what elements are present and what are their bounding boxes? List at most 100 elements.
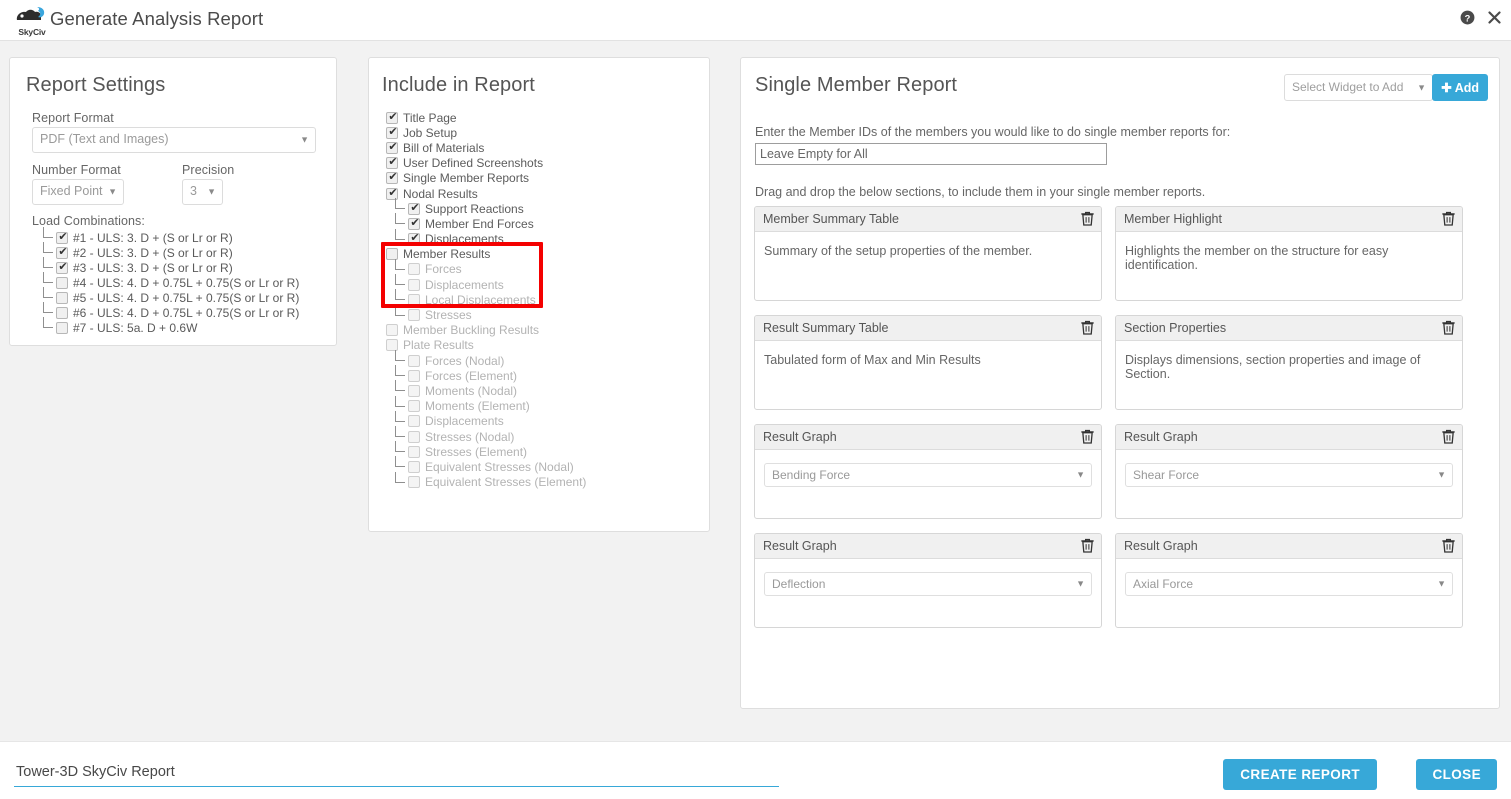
widget-card-header: Result Summary Table (755, 316, 1101, 341)
close-button[interactable]: CLOSE (1416, 759, 1497, 790)
include-option-row: Forces (Element) (386, 365, 696, 383)
include-option-row: Plate Results (386, 338, 696, 353)
load-combination-checkbox[interactable] (56, 260, 69, 274)
trash-icon[interactable] (1081, 320, 1094, 336)
load-combination-checkbox[interactable] (56, 245, 69, 259)
include-option-label: Single Member Reports (403, 171, 530, 186)
include-option-checkbox[interactable] (386, 155, 399, 170)
include-option-checkbox[interactable] (408, 201, 421, 215)
close-icon[interactable] (1488, 11, 1501, 29)
report-widget-card[interactable]: Section Properties Displays dimensions, s… (1115, 315, 1463, 410)
report-widget-card[interactable]: Result Graph Deflection ▼ (754, 533, 1102, 628)
include-option-label: Equivalent Stresses (Element) (425, 475, 587, 490)
trash-icon[interactable] (1442, 538, 1455, 554)
include-option-checkbox (408, 430, 420, 443)
load-combination-checkbox[interactable] (56, 276, 68, 289)
report-name-input[interactable] (14, 759, 779, 787)
load-combination-row[interactable]: #4 - ULS: 4. D + 0.75L + 0.75(S or Lr or… (40, 272, 336, 290)
create-report-button[interactable]: CREATE REPORT (1223, 759, 1377, 790)
report-widget-card[interactable]: Member Highlight Highlights the member on… (1115, 206, 1463, 301)
load-combination-row[interactable]: #7 - ULS: 5a. D + 0.6W (40, 317, 336, 335)
widget-card-body: Deflection ▼ (755, 559, 1101, 608)
include-option-checkbox[interactable] (386, 186, 399, 200)
widget-card-header: Member Highlight (1116, 207, 1462, 232)
load-combination-row[interactable]: #1 - ULS: 3. D + (S or Lr or R) (40, 227, 336, 245)
load-combination-label: #3 - ULS: 3. D + (S or Lr or R) (73, 260, 233, 275)
include-option-row[interactable]: Job Setup (386, 125, 696, 140)
include-options-list: Title PageJob SetupBill of MaterialsUser… (386, 110, 696, 490)
trash-icon[interactable] (1442, 320, 1455, 336)
load-combination-checkbox[interactable] (56, 321, 68, 334)
include-option-checkbox[interactable] (386, 110, 399, 124)
report-widget-card[interactable]: Result Graph Bending Force ▼ (754, 424, 1102, 519)
include-option-row[interactable]: Member End Forces (386, 213, 696, 231)
include-option-row[interactable]: Title Page (386, 110, 696, 125)
trash-icon[interactable] (1442, 429, 1455, 445)
trash-icon[interactable] (1442, 211, 1455, 227)
widget-card-body: Displays dimensions, section properties … (1116, 341, 1462, 393)
tree-connector-icon (40, 317, 56, 335)
include-option-checkbox[interactable] (386, 248, 398, 261)
trash-icon[interactable] (1081, 211, 1094, 227)
load-combination-checkbox[interactable] (56, 230, 69, 244)
result-graph-type-select[interactable]: Bending Force ▼ (764, 463, 1092, 487)
include-option-row[interactable]: Support Reactions (386, 198, 696, 216)
include-option-row: Member Buckling Results (386, 323, 696, 338)
include-option-row[interactable]: Bill of Materials (386, 140, 696, 155)
load-combinations-list: #1 - ULS: 3. D + (S or Lr or R)#2 - ULS:… (40, 227, 336, 335)
precision-select[interactable]: 3 ▼ (182, 179, 223, 205)
report-settings-panel: Report Settings Report Format PDF (Text … (9, 57, 337, 346)
trash-icon[interactable] (1081, 429, 1094, 445)
include-option-label: Stresses (425, 308, 472, 323)
include-option-row[interactable]: Nodal Results (386, 186, 696, 201)
result-graph-type-select[interactable]: Deflection ▼ (764, 572, 1092, 596)
add-widget-button[interactable]: ✚ Add (1432, 74, 1488, 101)
include-option-checkbox[interactable] (408, 216, 421, 230)
include-option-row[interactable]: Displacements (386, 228, 696, 247)
widget-card-header: Result Graph (755, 425, 1101, 450)
report-widget-card[interactable]: Result Graph Shear Force ▼ (1115, 424, 1463, 519)
dialog-body: Report Settings Report Format PDF (Text … (0, 41, 1511, 741)
include-option-checkbox (408, 415, 420, 428)
result-graph-type-select[interactable]: Axial Force ▼ (1125, 572, 1453, 596)
report-format-select[interactable]: PDF (Text and Images) ▼ (32, 127, 316, 153)
number-format-select[interactable]: Fixed Point ▼ (32, 179, 124, 205)
load-combination-checkbox[interactable] (56, 291, 68, 304)
result-graph-type-select[interactable]: Shear Force ▼ (1125, 463, 1453, 487)
trash-icon[interactable] (1081, 538, 1094, 554)
include-option-row[interactable]: User Defined Screenshots (386, 155, 696, 171)
include-option-label: Local Displacements (425, 292, 536, 307)
widget-card-title: Result Graph (1124, 539, 1198, 553)
include-option-checkbox[interactable] (386, 170, 399, 185)
plus-icon: ✚ (1441, 81, 1452, 95)
chevron-down-icon: ▼ (1076, 469, 1085, 480)
result-graph-type-value: Shear Force (1133, 468, 1200, 482)
include-option-checkbox[interactable] (386, 140, 399, 154)
include-option-row[interactable]: Member Results (386, 247, 696, 262)
widget-select[interactable]: Select Widget to Add ▼ (1284, 74, 1433, 101)
load-combination-checkbox[interactable] (56, 306, 68, 319)
help-circle-icon[interactable]: ? (1460, 10, 1475, 30)
include-option-label: Stresses (Element) (425, 444, 528, 459)
load-combination-row[interactable]: #6 - ULS: 4. D + 0.75L + 0.75(S or Lr or… (40, 302, 336, 320)
report-widget-card[interactable]: Result Graph Axial Force ▼ (1115, 533, 1463, 628)
report-widget-card[interactable]: Member Summary Table Summary of the setup… (754, 206, 1102, 301)
widget-grid: Member Summary Table Summary of the setup… (754, 206, 1488, 696)
widget-card-title: Member Highlight (1124, 212, 1222, 226)
include-option-checkbox[interactable] (408, 231, 421, 246)
include-option-label: Nodal Results (403, 186, 478, 201)
load-combination-row[interactable]: #2 - ULS: 3. D + (S or Lr or R) (40, 242, 336, 260)
load-combination-row[interactable]: #5 - ULS: 4. D + 0.75L + 0.75(S or Lr or… (40, 287, 336, 305)
include-option-row[interactable]: Single Member Reports (386, 170, 696, 186)
precision-label: Precision (182, 163, 235, 177)
report-format-label: Report Format (32, 111, 114, 125)
member-ids-input[interactable] (755, 143, 1107, 165)
load-combination-row[interactable]: #3 - ULS: 3. D + (S or Lr or R) (40, 257, 336, 275)
include-option-checkbox (408, 400, 420, 413)
report-widget-card[interactable]: Result Summary Table Tabulated form of Ma… (754, 315, 1102, 410)
include-option-checkbox[interactable] (386, 125, 399, 139)
tree-connector-icon (392, 228, 408, 247)
widget-card-header: Result Graph (755, 534, 1101, 559)
widget-card-description: Displays dimensions, section properties … (1125, 353, 1421, 381)
include-option-row: Moments (Nodal) (386, 380, 696, 398)
